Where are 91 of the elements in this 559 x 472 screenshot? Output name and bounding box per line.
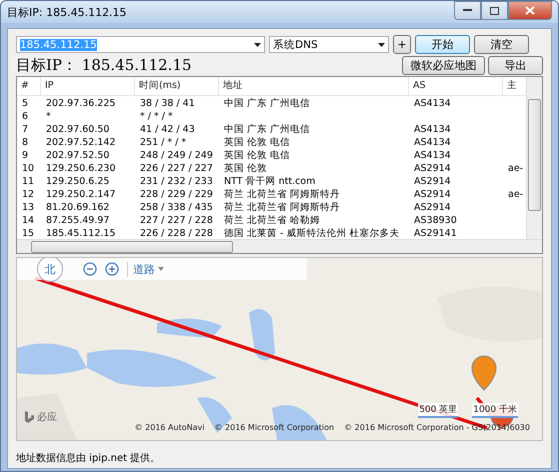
- logo-text: 必应: [37, 410, 57, 424]
- column-header[interactable]: 地址: [219, 77, 409, 96]
- table-cell-text: 41 / 42 / 43: [139, 123, 196, 136]
- target-heading: 目标IP： 185.45.112.15: [16, 56, 193, 74]
- table-cell-text: 7: [21, 123, 30, 136]
- table-cell-text: 226 / 227 / 227: [139, 162, 214, 175]
- table-cell-text: AS29141: [413, 227, 458, 239]
- action-button[interactable]: 微软必应地图: [402, 56, 485, 74]
- table-cell-text: 129.250.6.230: [45, 162, 117, 175]
- table-cell-text: 185.45.112.15: [45, 227, 117, 239]
- table-cell-text: ae-: [507, 162, 524, 175]
- table-cell-text: AS2914: [413, 188, 452, 201]
- table-cell-text: 中国 广东 广州电信: [223, 123, 312, 136]
- action-button[interactable]: +: [393, 35, 411, 54]
- table-cell-text: AS4134: [413, 149, 452, 162]
- table-cell-text: 中国 广东 广州电信: [223, 97, 312, 110]
- maximize-button[interactable]: [481, 1, 508, 20]
- table-cell-text: *: [45, 110, 52, 123]
- zoom-in-icon[interactable]: [105, 262, 119, 276]
- table-cell-text: 荷兰 北荷兰省 阿姆斯特丹: [223, 188, 342, 201]
- table-cell-text: 129.250.2.147: [45, 188, 117, 201]
- table-cell-text: AS2914: [413, 201, 452, 214]
- dropdown-arrow-icon: [254, 42, 261, 46]
- caret-icon: [158, 267, 164, 271]
- table-cell-text: 248 / 249 / 249: [139, 149, 214, 162]
- table-cell-text: 12: [21, 188, 36, 201]
- data-source-text: 地址数据信息由 ipip.net 提供。: [16, 452, 162, 465]
- table-cell-text: 231 / 232 / 233: [139, 175, 214, 188]
- table-cell-text: AS2914: [413, 175, 452, 188]
- horizontal-scrollbar[interactable]: [17, 239, 542, 253]
- minimize-icon: [463, 9, 472, 12]
- scale-label: 1000 千米: [472, 403, 518, 418]
- scale-label: 500 英里: [418, 403, 458, 418]
- copyright-text: © 2016 Microsoft Corporation - GS(2014)6030: [344, 423, 530, 432]
- table-cell-text: 荷兰 北荷兰省 阿姆斯特丹: [223, 201, 342, 214]
- table-cell-text: 英国 伦敦: [223, 162, 268, 175]
- table-cell-text: 英国 伦敦 电信: [223, 149, 292, 162]
- dns-dropdown[interactable]: 系统DNS: [269, 36, 389, 53]
- action-button[interactable]: 导出: [488, 56, 543, 74]
- table-cell-text: 10: [21, 162, 36, 175]
- copyright-text: © 2016 AutoNavi: [134, 423, 204, 432]
- table-cell-text: 227 / 227 / 228: [139, 214, 214, 227]
- table-cell-text: 英国 伦敦 电信: [223, 136, 292, 149]
- table-cell-text: ae-: [507, 188, 524, 201]
- window-title: 目标IP: 185.45.112.15: [7, 4, 127, 20]
- table-cell-text: 13: [21, 201, 36, 214]
- action-button[interactable]: 清空: [474, 35, 529, 54]
- zoom-out-icon[interactable]: [83, 262, 97, 276]
- table-cell-text: 202.97.52.50: [45, 149, 110, 162]
- table-cell-text: AS38930: [413, 214, 458, 227]
- table-cell-text: 9: [21, 149, 30, 162]
- table-cell-text: 81.20.69.162: [45, 201, 110, 214]
- table-cell-text: 251 / * / *: [139, 136, 188, 149]
- table-cell-text: AS4134: [413, 123, 452, 136]
- maximize-icon: [490, 6, 499, 14]
- table-cell-text: * / * / *: [139, 110, 174, 123]
- table-cell-text: 14: [21, 214, 36, 227]
- column-header[interactable]: #: [17, 77, 41, 96]
- column-header[interactable]: 时间(ms): [135, 77, 219, 96]
- table-cell-text: 226 / 228 / 228: [139, 227, 214, 239]
- table-cell-text: 87.255.49.97: [45, 214, 110, 227]
- dropdown-arrow-icon: [378, 42, 385, 46]
- close-icon: [525, 6, 535, 15]
- table-cell-text: 202.97.60.50: [45, 123, 110, 136]
- table-cell-text: 荷兰 北荷兰省 哈勒姆: [223, 214, 322, 227]
- table-cell-text: 8: [21, 136, 30, 149]
- logo-icon: [25, 411, 34, 423]
- table-cell-text: AS4134: [413, 136, 452, 149]
- table-cell-text: 德国 北莱茵 - 威斯特法伦州 杜塞尔多夫: [223, 227, 401, 239]
- compass-button[interactable]: 北: [37, 258, 63, 282]
- minimize-button[interactable]: [454, 1, 481, 20]
- map-style-dropdown[interactable]: 道路: [127, 262, 164, 276]
- column-header[interactable]: IP: [41, 77, 135, 96]
- table-cell-text: 5: [21, 97, 30, 110]
- copyright-text: © 2016 Microsoft Corporation: [214, 423, 334, 432]
- table-cell-text: 202.97.52.142: [45, 136, 117, 149]
- table-cell-text: 15: [21, 227, 36, 239]
- close-button[interactable]: [508, 1, 552, 20]
- table-cell-text: NTT 骨干网 ntt.com: [223, 175, 316, 188]
- table-cell-text: 258 / 338 / 435: [139, 201, 214, 214]
- table-cell-text: AS4134: [413, 97, 452, 110]
- table-cell-text: 11: [21, 175, 36, 188]
- table-cell-text: 6: [21, 110, 30, 123]
- column-header[interactable]: AS: [409, 77, 503, 96]
- table-cell-text: 38 / 38 / 41: [139, 97, 196, 110]
- table-cell-text: 228 / 229 / 229: [139, 188, 214, 201]
- table-cell-text: AS2914: [413, 162, 452, 175]
- vertical-scrollbar[interactable]: [526, 77, 542, 239]
- table-cell-text: 202.97.36.225: [45, 97, 117, 110]
- action-button[interactable]: 开始: [415, 35, 470, 54]
- table-cell-text: 129.250.6.25: [45, 175, 110, 188]
